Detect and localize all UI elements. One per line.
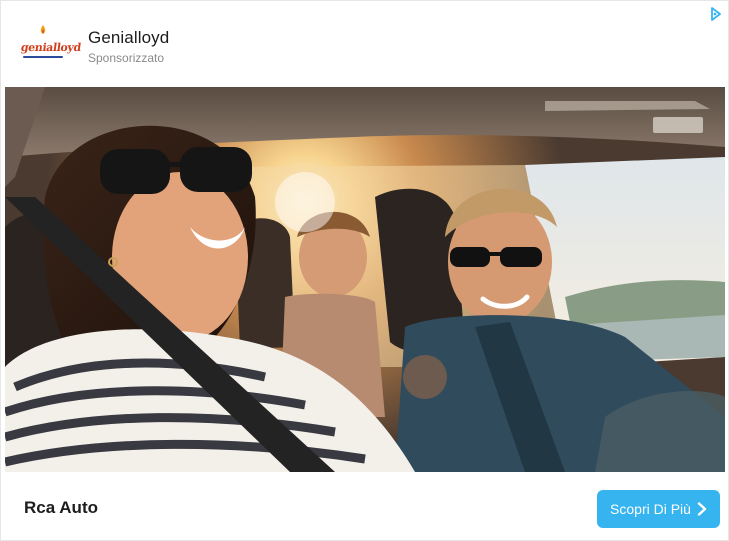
advertiser-logo[interactable]: genialloyd — [20, 23, 82, 67]
ad-headline[interactable]: Rca Auto — [24, 498, 98, 518]
learn-more-button[interactable]: Scopri Di Più — [597, 490, 720, 528]
adchoices-icon[interactable] — [710, 7, 722, 21]
ad-card[interactable]: genialloyd Genialloyd Sponsorizzato Rca … — [0, 0, 729, 541]
sponsored-label: Sponsorizzato — [88, 51, 165, 65]
logo-wordmark: genialloyd — [20, 41, 82, 54]
learn-more-label: Scopri Di Più — [610, 501, 691, 517]
family-in-car-photo — [5, 87, 725, 472]
ad-header: genialloyd Genialloyd Sponsorizzato — [1, 1, 728, 87]
flame-icon — [40, 25, 46, 34]
ad-image[interactable] — [5, 87, 725, 472]
logo-underline — [23, 56, 63, 58]
chevron-right-icon — [697, 502, 707, 516]
advertiser-name[interactable]: Genialloyd — [88, 28, 169, 48]
